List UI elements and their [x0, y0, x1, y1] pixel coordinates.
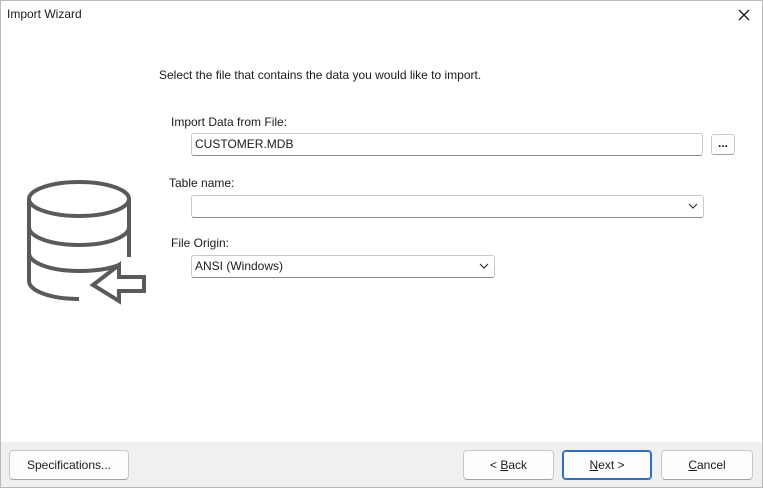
close-icon: [738, 9, 750, 21]
file-origin-value: ANSI (Windows): [195, 259, 284, 273]
title-bar: Import Wizard: [1, 1, 762, 29]
specifications-button[interactable]: Specifications...: [9, 450, 129, 480]
file-label: Import Data from File:: [171, 115, 288, 129]
cancel-mnemonic: C: [688, 458, 697, 472]
file-origin-select[interactable]: ANSI (Windows): [191, 255, 495, 278]
footer-bar: Specifications... < Back Next > Cancel: [1, 442, 762, 487]
browse-button[interactable]: ...: [711, 134, 735, 155]
back-button[interactable]: < Back: [463, 450, 554, 480]
back-prefix: <: [489, 458, 501, 472]
chevron-down-icon: [688, 203, 698, 209]
file-path-input[interactable]: CUSTOMER.MDB: [191, 133, 703, 156]
window-title: Import Wizard: [7, 7, 82, 21]
instruction-text: Select the file that contains the data y…: [159, 68, 482, 82]
next-button[interactable]: Next >: [562, 450, 652, 480]
table-name-select[interactable]: [191, 195, 704, 218]
table-name-label: Table name:: [169, 176, 235, 190]
import-wizard-window: Import Wizard Select the file that conta…: [0, 0, 763, 488]
chevron-down-icon: [479, 263, 489, 269]
file-origin-label: File Origin:: [171, 236, 230, 250]
cancel-button[interactable]: Cancel: [661, 450, 753, 480]
cancel-rest: ancel: [696, 458, 726, 472]
back-rest: ack: [508, 458, 528, 472]
database-import-icon: [27, 180, 146, 305]
next-mnemonic: N: [589, 458, 599, 472]
next-rest: ext >: [598, 458, 625, 472]
close-button[interactable]: [726, 1, 762, 29]
